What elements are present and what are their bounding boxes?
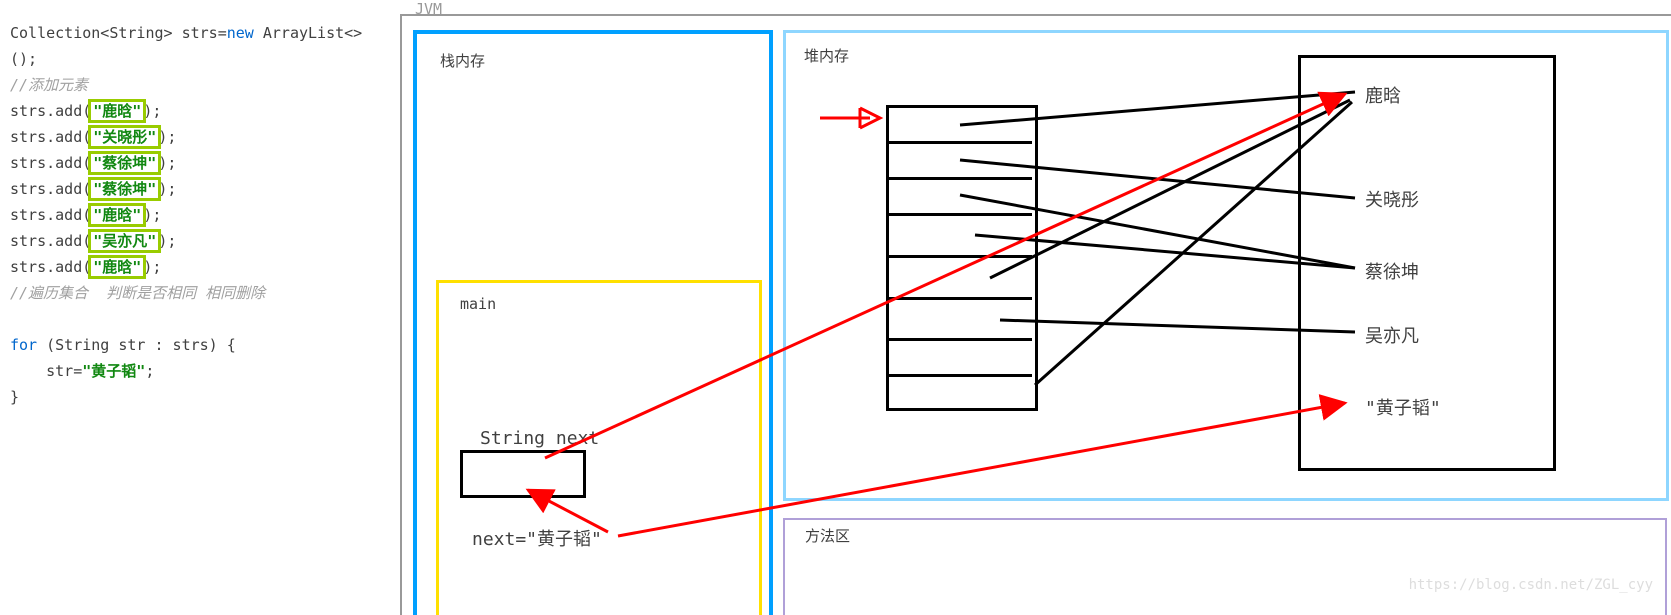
string-literal: "鹿晗" (91, 258, 143, 276)
code-text: strs.add( (10, 232, 91, 250)
string-literal: "关晓彤" (91, 128, 158, 146)
keyword-new: new (227, 24, 254, 42)
array-slot-divider (886, 338, 1032, 341)
method-area-box (783, 518, 1667, 615)
code-text: ArrayList<> (254, 24, 362, 42)
code-text: strs.add( (10, 102, 91, 120)
code-text: ); (158, 128, 176, 146)
code-text: strs.add( (10, 180, 91, 198)
code-text: strs.add( (10, 206, 91, 224)
string-next-label: String next (480, 428, 599, 449)
string-next-box (460, 450, 586, 498)
object-caixukun: 蔡徐坤 (1365, 258, 1419, 284)
keyword-for: for (10, 336, 37, 354)
arraylist-array-box (886, 105, 1038, 411)
string-literal: "鹿晗" (91, 206, 143, 224)
heap-label: 堆内存 (804, 45, 849, 66)
array-slot-divider (886, 213, 1032, 216)
code-text: ); (143, 258, 161, 276)
object-luhan: 鹿晗 (1365, 82, 1401, 108)
code-text: Collection<String> strs= (10, 24, 227, 42)
string-literal: "蔡徐坤" (91, 154, 158, 172)
next-assign-label: next="黄子韬" (472, 525, 602, 551)
array-slot-divider (886, 297, 1032, 300)
code-text: strs.add( (10, 154, 91, 172)
string-literal: "吴亦凡" (91, 232, 158, 250)
code-text: strs.add( (10, 258, 91, 276)
code-text: ); (143, 206, 161, 224)
object-wuyifan: 吴亦凡 (1365, 322, 1419, 348)
method-area-label: 方法区 (805, 525, 850, 546)
code-text: ); (158, 232, 176, 250)
code-text: ); (158, 154, 176, 172)
object-guanxiaotong: 关晓彤 (1365, 186, 1419, 212)
array-slot-divider (886, 177, 1032, 180)
code-text: } (10, 388, 19, 406)
array-slot-divider (886, 374, 1032, 377)
code-text: (); (10, 50, 37, 68)
comment: //遍历集合 判断是否相同 相同删除 (10, 284, 265, 302)
diagram-root: Collection<String> strs=new ArrayList<> … (0, 0, 1671, 615)
code-text: strs.add( (10, 128, 91, 146)
code-text: (String str : strs) { (37, 336, 236, 354)
code-text: ; (145, 362, 154, 380)
string-literal: "黄子韬" (82, 362, 145, 380)
main-label: main (460, 295, 496, 313)
string-literal: "鹿晗" (91, 102, 143, 120)
comment: //添加元素 (10, 76, 88, 94)
code-text: str= (10, 362, 82, 380)
code-block: Collection<String> strs=new ArrayList<> … (10, 20, 390, 410)
object-huangzitao: "黄子韬" (1365, 394, 1441, 420)
array-slot-divider (886, 141, 1032, 144)
stack-label: 栈内存 (440, 50, 485, 71)
string-literal: "蔡徐坤" (91, 180, 158, 198)
code-text: ); (143, 102, 161, 120)
watermark: https://blog.csdn.net/ZGL_cyy (1409, 577, 1653, 593)
array-slot-divider (886, 255, 1032, 258)
code-text: ); (158, 180, 176, 198)
